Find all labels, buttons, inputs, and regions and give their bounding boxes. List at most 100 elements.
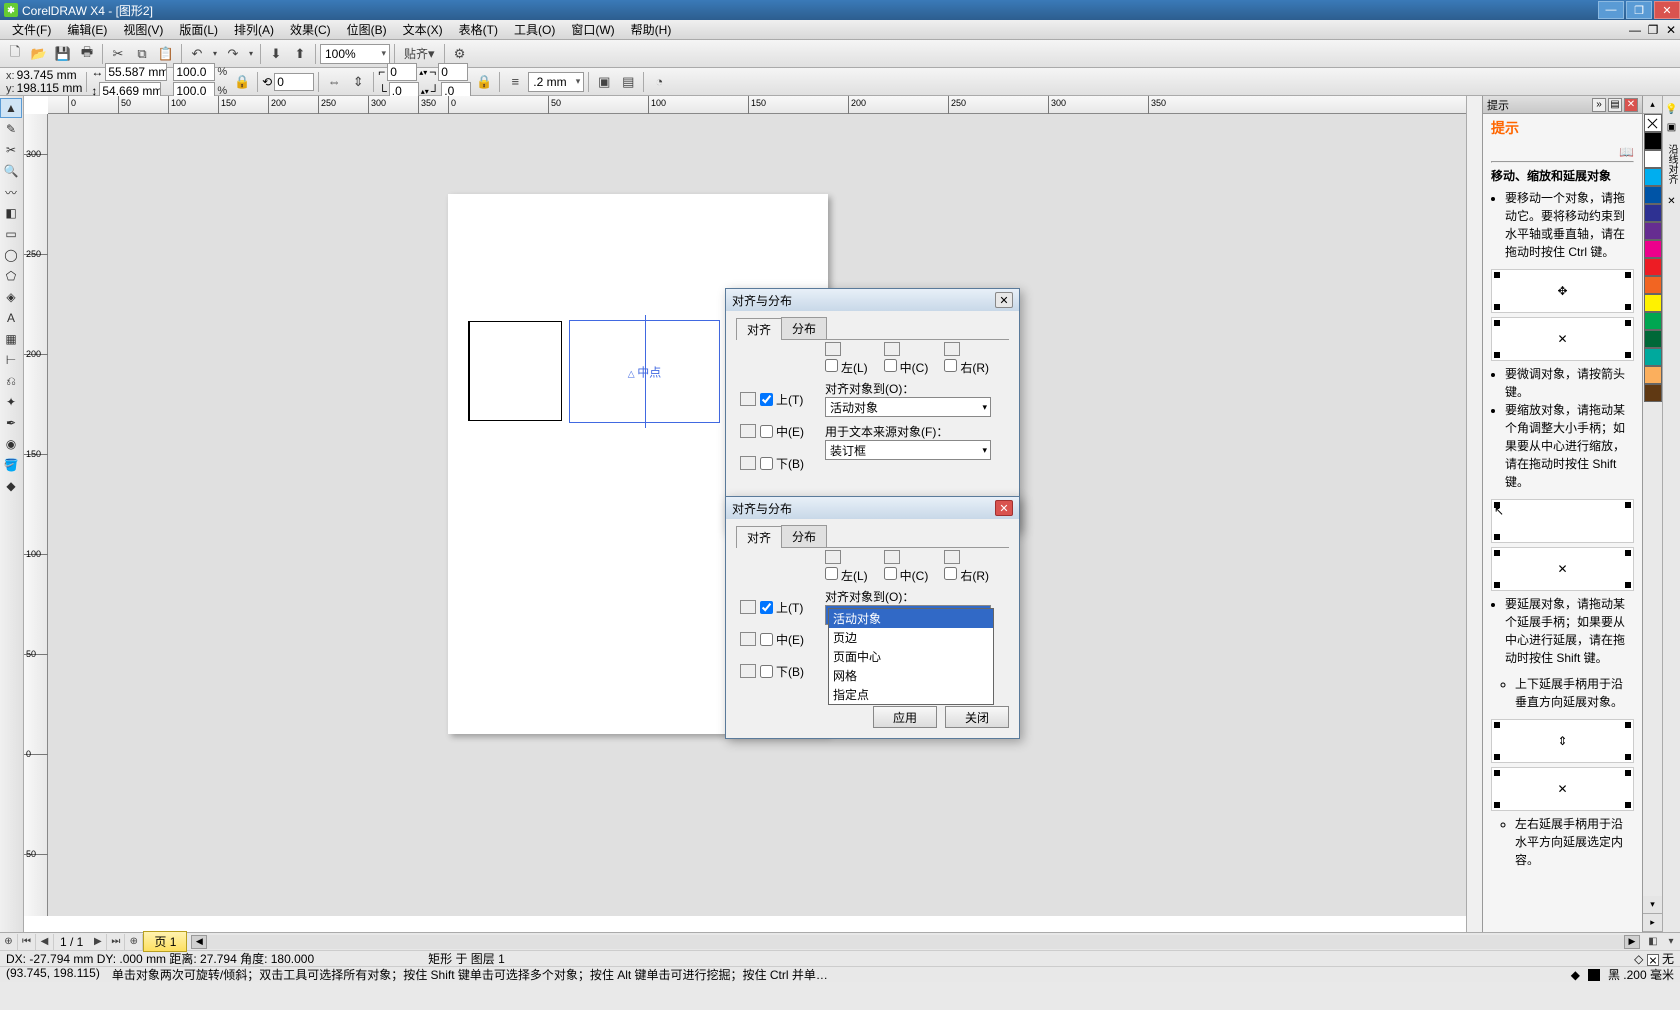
tab-align-2[interactable]: 对齐 [736,526,782,548]
align-middle-checkbox-2[interactable] [760,633,773,646]
dropdown-option[interactable]: 指定点 [829,685,993,704]
no-color-swatch[interactable] [1644,114,1662,132]
align-hcenter-checkbox[interactable] [884,359,897,372]
page-next-icon[interactable]: ▶ [89,934,107,950]
smart-fill-tool-icon[interactable]: ◧ [0,203,22,223]
doc-minimize-button[interactable]: — [1626,22,1644,38]
align-right-checkbox-2[interactable] [944,567,957,580]
color-swatch[interactable] [1644,240,1662,258]
tab-distribute-2[interactable]: 分布 [781,525,827,547]
mirror-v-icon[interactable]: ⇕ [347,71,369,93]
export-icon[interactable]: ⬆ [289,43,311,65]
color-swatch[interactable] [1644,276,1662,294]
convert-curves-icon[interactable]: ◔ [648,71,670,93]
menu-arrange[interactable]: 排列(A) [226,19,282,40]
dialog1-close-icon[interactable]: ✕ [995,292,1013,308]
menu-help[interactable]: 帮助(H) [623,19,680,40]
dropdown-option[interactable]: 网格 [829,666,993,685]
fill-tool-icon[interactable]: 🪣 [0,455,22,475]
freehand-tool-icon[interactable]: 〰 [0,182,22,202]
wrap-text-icon[interactable]: ▣ [593,71,615,93]
basic-shapes-tool-icon[interactable]: ◈ [0,287,22,307]
outline-tool-icon[interactable]: ◉ [0,434,22,454]
menu-text[interactable]: 文本(X) [395,19,451,40]
color-swatch[interactable] [1644,384,1662,402]
align-bottom-checkbox[interactable] [760,457,773,470]
docker-tab-close-icon[interactable]: ✕ [1665,194,1679,208]
color-swatch[interactable] [1644,330,1662,348]
copy-icon[interactable]: ⧉ [131,43,153,65]
scrollbar-vertical[interactable] [1466,96,1482,932]
width-input[interactable] [105,63,167,81]
lock-ratio-icon[interactable]: 🔒 [231,71,253,93]
color-swatch[interactable] [1644,222,1662,240]
menu-table[interactable]: 表格(T) [451,19,506,40]
crop-tool-icon[interactable]: ✂ [0,140,22,160]
ruler-vertical[interactable]: 300 250 200 150 100 50 0 50 [24,114,48,916]
color-swatch[interactable] [1644,348,1662,366]
redo-dropdown-icon[interactable]: ▾ [246,43,256,65]
polygon-tool-icon[interactable]: ⬠ [0,266,22,286]
dimension-tool-icon[interactable]: ⊢ [0,350,22,370]
text-tool-icon[interactable]: A [0,308,22,328]
rectangle-object-1[interactable] [468,321,562,421]
undo-dropdown-icon[interactable]: ▾ [210,43,220,65]
eyedropper-tool-icon[interactable]: ✒ [0,413,22,433]
color-swatch[interactable] [1644,366,1662,384]
dropdown-option[interactable]: 页边 [829,628,993,647]
color-swatch[interactable] [1644,294,1662,312]
color-swatch[interactable] [1644,258,1662,276]
scroll-left-icon[interactable]: ◀ [191,935,207,949]
tab-distribute[interactable]: 分布 [781,317,827,339]
align-left-checkbox-2[interactable] [825,567,838,580]
menu-file[interactable]: 文件(F) [4,19,59,40]
docker-tab-object-icon[interactable]: ▣ [1665,120,1679,134]
palette-flyout-icon[interactable]: ▸ [1643,914,1662,932]
scrollbar-horizontal[interactable]: ◀ ▶ [191,935,1640,949]
text-source-select[interactable]: 装订框 [825,440,991,460]
spinner-icon2[interactable]: ▴▾ [421,87,429,96]
page-first-icon[interactable]: ⏮ [18,934,36,950]
docker-topic-icon[interactable]: 📖 [1619,145,1634,159]
menu-view[interactable]: 视图(V) [115,19,171,40]
pick-tool-icon[interactable]: ▲ [0,98,22,118]
rectangle-tool-icon[interactable]: ▭ [0,224,22,244]
align-top-checkbox[interactable] [760,393,773,406]
shape-tool-icon[interactable]: ✎ [0,119,22,139]
align-bottom-checkbox-2[interactable] [760,665,773,678]
undo-icon[interactable]: ↶ [186,43,208,65]
dropdown-option[interactable]: 活动对象 [829,609,993,628]
apply-button-2[interactable]: 应用 [873,706,937,728]
docker-tab-align-text[interactable]: 沿线对齐 [1664,144,1679,184]
align-top-checkbox-2[interactable] [760,601,773,614]
color-swatch[interactable] [1644,312,1662,330]
menu-bitmap[interactable]: 位图(B) [339,19,395,40]
zoom-tool-icon[interactable]: 🔍 [0,161,22,181]
align-to-select[interactable]: 活动对象 [825,397,991,417]
outline-width-combo[interactable]: .2 mm [528,72,584,92]
dialog2-close-icon[interactable]: ✕ [995,500,1013,516]
nav-menu-icon[interactable]: ▾ [1662,934,1680,950]
to-front-icon[interactable]: ▤ [617,71,639,93]
ruler-horizontal[interactable]: 0 50 100 150 200 250 300 350 0 50 100 15… [48,96,1466,114]
palette-down-icon[interactable]: ▾ [1643,896,1662,914]
window-maximize-button[interactable]: ❐ [1626,1,1652,19]
mirror-h-icon[interactable]: ⇔ [323,71,345,93]
new-file-icon[interactable]: 🗋 [4,43,26,65]
tab-align[interactable]: 对齐 [736,318,782,340]
redo-icon[interactable]: ↷ [222,43,244,65]
options-icon[interactable]: ⚙ [449,43,471,65]
corner1-input[interactable] [387,63,417,81]
print-icon[interactable]: 🖶 [76,43,98,65]
menu-edit[interactable]: 编辑(E) [59,19,115,40]
interactive-fill-tool-icon[interactable]: ◆ [0,476,22,496]
rectangle-object-2-selected[interactable]: △ 中点 [569,320,720,423]
scroll-right-icon[interactable]: ▶ [1624,935,1640,949]
close-button-2[interactable]: 关闭 [945,706,1009,728]
lock-corner-icon[interactable]: 🔒 [473,71,495,93]
doc-restore-button[interactable]: ❐ [1644,22,1662,38]
color-proof-icon[interactable]: ◧ [1644,934,1662,950]
paste-icon[interactable]: 📋 [155,43,177,65]
align-right-checkbox[interactable] [944,359,957,372]
docker-menu-icon[interactable]: ▤ [1608,98,1622,112]
